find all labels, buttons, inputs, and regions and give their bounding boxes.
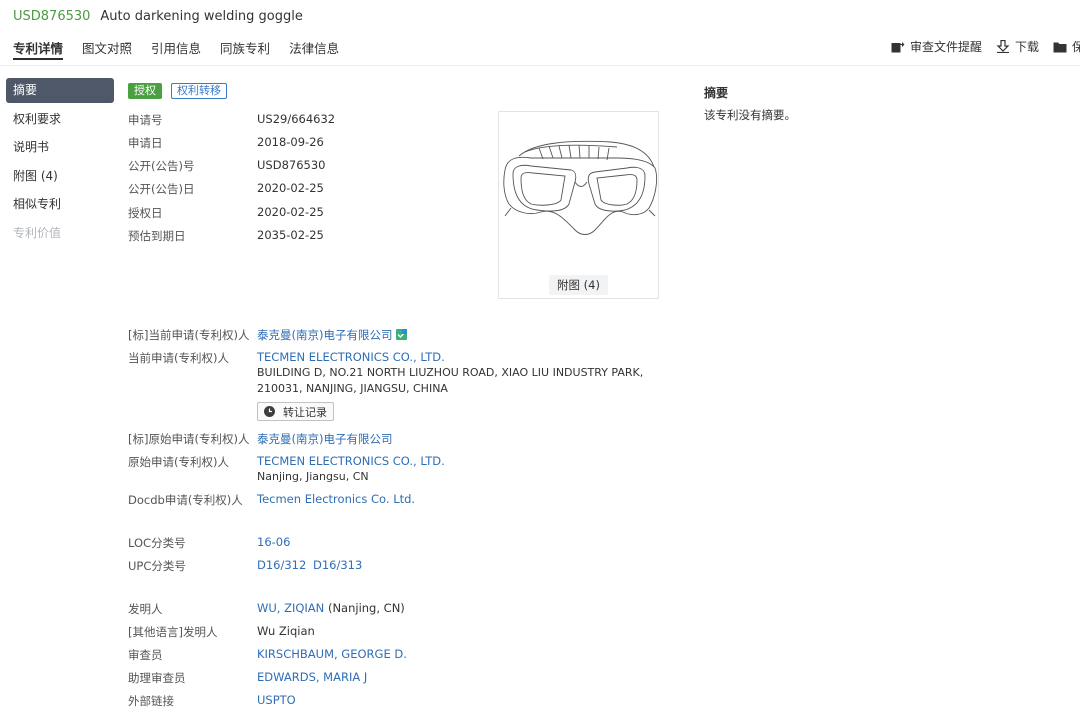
sidebar-item-description[interactable]: 说明书 [6, 135, 114, 160]
company-tag-icon[interactable] [396, 329, 408, 340]
sidebar-nav: 摘要 权利要求 说明书 附图 (4) 相似专利 专利价值 [6, 78, 114, 249]
patent-number: USD876530 [13, 9, 91, 24]
granted-badge: 授权 [128, 83, 162, 99]
sidebar-item-value: 专利价值 [13, 225, 62, 240]
clock-icon [264, 406, 275, 417]
docdb-applicant-link[interactable]: Tecmen Electronics Co. Ltd. [257, 492, 415, 506]
loc-class-link[interactable]: 16-06 [257, 535, 290, 549]
sidebar-item-figures[interactable]: 附图 (4) [6, 164, 114, 189]
assistant-examiner-link[interactable]: EDWARDS, MARIA J [257, 670, 367, 684]
field-label: [标]当前申请(专利权)人 [128, 328, 250, 342]
tab-patent-details[interactable]: 专利详情 [13, 38, 64, 60]
title-row: USD876530 Auto darkening welding goggle [13, 9, 303, 24]
field-label: [其他语言]发明人 [128, 625, 218, 639]
sidebar-item-similar[interactable]: 相似专利 [6, 192, 114, 217]
field-label: Docdb申请(专利权)人 [128, 493, 243, 507]
field-label: 申请号 [128, 113, 163, 127]
std-original-applicant-link[interactable]: 泰克曼(南京)电子有限公司 [257, 431, 392, 447]
sidebar-item-abstract[interactable]: 摘要 [6, 78, 114, 103]
field-label: 原始申请(专利权)人 [128, 455, 229, 469]
detail-tabs: 专利详情 图文对照 引用信息 同族专利 法律信息 [13, 38, 358, 60]
tab-citations[interactable]: 引用信息 [151, 38, 201, 60]
toolbar: 审查文件提醒 下载 保 [891, 38, 1080, 55]
tab-legal[interactable]: 法律信息 [289, 38, 339, 60]
field-label: UPC分类号 [128, 559, 186, 573]
goggle-drawing [503, 140, 658, 235]
upc-class-group: D16/312 D16/313 [257, 558, 362, 572]
field-label: 预估到期日 [128, 229, 186, 243]
field-label: 公开(公告)号 [128, 159, 195, 173]
field-label: 发明人 [128, 602, 163, 616]
file-bell-icon [891, 41, 905, 52]
transfer-badge[interactable]: 权利转移 [171, 83, 227, 99]
field-label: 外部链接 [128, 694, 174, 708]
upc-class-link[interactable]: D16/312 [257, 558, 306, 572]
current-applicant-link[interactable]: TECMEN ELECTRONICS CO., LTD. [257, 350, 445, 364]
inventor-group: WU, ZIQIAN (Nanjing, CN) [257, 601, 405, 615]
expiry-date: 2035-02-25 [257, 228, 324, 242]
tab-image-text[interactable]: 图文对照 [82, 38, 132, 60]
grant-date: 2020-02-25 [257, 205, 324, 219]
original-applicant-link[interactable]: TECMEN ELECTRONICS CO., LTD. [257, 454, 445, 468]
other-language-inventor: Wu Ziqian [257, 624, 315, 638]
application-number: US29/664632 [257, 112, 336, 126]
abstract-title: 摘要 [704, 86, 729, 100]
page-header: USD876530 Auto darkening welding goggle 专… [0, 0, 1080, 66]
address-line: 210031, NANJING, JIANGSU, CHINA [257, 382, 448, 395]
figure-panel[interactable]: 附图 (4) [498, 111, 659, 299]
std-current-applicant-link[interactable]: 泰克曼(南京)电子有限公司 [257, 328, 392, 342]
save-label: 保 [1072, 40, 1080, 54]
field-label: 申请日 [128, 136, 163, 150]
publication-number: USD876530 [257, 158, 326, 172]
download-icon [996, 40, 1010, 53]
folder-icon [1053, 42, 1067, 52]
sidebar-item-claims[interactable]: 权利要求 [6, 107, 114, 132]
field-label: 授权日 [128, 206, 163, 220]
upc-class-link[interactable]: D16/313 [313, 558, 362, 572]
original-applicant-location: Nanjing, Jiangsu, CN [257, 470, 369, 483]
field-label: 助理审查员 [128, 671, 186, 685]
patent-title: Auto darkening welding goggle [100, 9, 303, 24]
address-line: BUILDING D, NO.21 NORTH LIUZHOU ROAD, XI… [257, 366, 644, 379]
inventor-link[interactable]: WU, ZIQIAN [257, 601, 324, 615]
application-date: 2018-09-26 [257, 135, 324, 149]
std-current-applicant-group: 泰克曼(南京)电子有限公司 [257, 327, 408, 343]
download-button[interactable]: 下载 [996, 38, 1039, 55]
field-label: 当前申请(专利权)人 [128, 351, 229, 365]
field-label: 审查员 [128, 648, 163, 662]
inventor-location: (Nanjing, CN) [327, 601, 405, 615]
status-badges: 授权 权利转移 [128, 83, 227, 99]
uspto-link[interactable]: USPTO [257, 693, 296, 707]
field-label: 公开(公告)日 [128, 182, 195, 196]
transfer-record-button[interactable]: 转让记录 [257, 402, 334, 421]
transfer-record-label: 转让记录 [283, 405, 327, 419]
save-button[interactable]: 保 [1053, 38, 1080, 55]
review-reminder-button[interactable]: 审查文件提醒 [891, 38, 982, 55]
abstract-text: 该专利没有摘要。 [704, 108, 796, 122]
field-label: [标]原始申请(专利权)人 [128, 432, 250, 446]
figure-caption-button[interactable]: 附图 (4) [549, 275, 608, 295]
publication-date: 2020-02-25 [257, 181, 324, 195]
tab-family[interactable]: 同族专利 [220, 38, 270, 60]
review-reminder-label: 审查文件提醒 [910, 40, 983, 54]
download-label: 下载 [1015, 40, 1040, 54]
field-label: LOC分类号 [128, 536, 186, 550]
examiner-link[interactable]: KIRSCHBAUM, GEORGE D. [257, 647, 407, 661]
